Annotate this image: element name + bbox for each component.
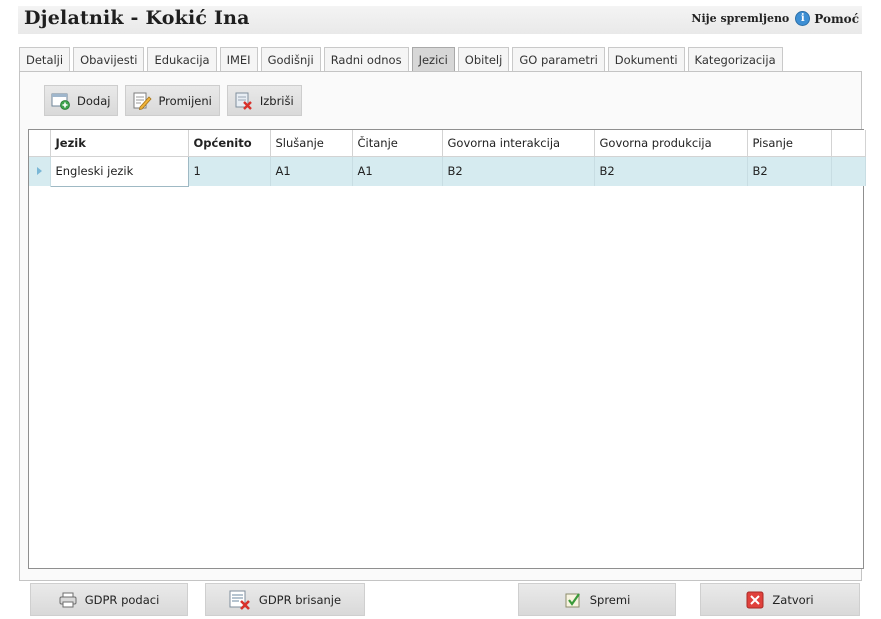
- delete-button-label: Izbriši: [259, 93, 294, 108]
- row-indicator[interactable]: [29, 156, 51, 186]
- close-icon: [746, 591, 764, 608]
- gdpr-data-button[interactable]: GDPR podaci: [30, 583, 188, 616]
- add-button[interactable]: Dodaj: [44, 85, 119, 116]
- languages-grid: Jezik Općenito Slušanje Čitanje Govorna …: [28, 129, 866, 569]
- column-header-opcenito[interactable]: Općenito: [188, 130, 271, 157]
- tab-obitelj[interactable]: Obitelj: [457, 47, 510, 71]
- table-row[interactable]: Engleski jezik 1 A1 A1 B2 B2 B2: [29, 155, 866, 187]
- tab-detalji[interactable]: Detalji: [19, 47, 71, 71]
- tab-bar: Detalji Obavijesti Edukacija IMEI Godišn…: [19, 47, 786, 71]
- cell-filler: [831, 156, 866, 186]
- save-icon: [565, 592, 580, 607]
- tab-jezici[interactable]: Jezici: [411, 47, 455, 71]
- add-button-label: Dodaj: [77, 93, 111, 108]
- tab-radni-odnos[interactable]: Radni odnos: [323, 47, 409, 71]
- column-header-govorna-interakcija[interactable]: Govorna interakcija: [442, 130, 595, 157]
- tab-dokumenti[interactable]: Dokumenti: [607, 47, 685, 71]
- edit-document-icon: [133, 92, 152, 110]
- column-header-pisanje[interactable]: Pisanje: [747, 130, 832, 157]
- tab-imei[interactable]: IMEI: [219, 47, 258, 71]
- edit-button-label: Promijeni: [158, 93, 212, 108]
- gdpr-data-label: GDPR podaci: [84, 592, 160, 607]
- tab-edukacija[interactable]: Edukacija: [147, 47, 217, 71]
- column-header-filler: [831, 130, 866, 157]
- save-label: Spremi: [589, 592, 631, 607]
- tab-obavijesti[interactable]: Obavijesti: [73, 47, 145, 71]
- help-button[interactable]: i Pomoć: [795, 11, 859, 26]
- help-label: Pomoć: [814, 11, 859, 26]
- grid-header-row: Jezik Općenito Slušanje Čitanje Govorna …: [29, 130, 866, 157]
- cell-govorna-interakcija[interactable]: B2: [442, 156, 595, 186]
- gdpr-delete-label: GDPR brisanje: [258, 592, 342, 607]
- tab-kategorizacija[interactable]: Kategorizacija: [687, 47, 783, 71]
- column-header-slusanje[interactable]: Slušanje: [270, 130, 353, 157]
- languages-table: Jezik Općenito Slušanje Čitanje Govorna …: [29, 130, 866, 187]
- page-title: Djelatnik - Kokić Ina: [24, 7, 250, 29]
- cell-pisanje[interactable]: B2: [747, 156, 832, 186]
- delete-button[interactable]: Izbriši: [226, 85, 302, 116]
- edit-button[interactable]: Promijeni: [125, 85, 220, 116]
- row-selected-arrow-icon: [36, 167, 42, 176]
- cell-citanje[interactable]: A1: [352, 156, 443, 186]
- gdpr-delete-button[interactable]: GDPR brisanje: [205, 583, 365, 616]
- delete-list-icon: [229, 590, 250, 610]
- cell-opcenito[interactable]: 1: [188, 156, 271, 186]
- cell-slusanje[interactable]: A1: [270, 156, 353, 186]
- save-button[interactable]: Spremi: [518, 583, 676, 616]
- row-indicator-header: [29, 130, 51, 157]
- cell-govorna-produkcija[interactable]: B2: [594, 156, 748, 186]
- tab-godisnji[interactable]: Godišnji: [260, 47, 321, 71]
- info-icon: i: [795, 11, 811, 26]
- delete-document-icon: [235, 92, 252, 110]
- close-label: Zatvori: [772, 592, 814, 607]
- column-header-jezik[interactable]: Jezik: [50, 130, 189, 157]
- column-header-govorna-produkcija[interactable]: Govorna produkcija: [594, 130, 748, 157]
- header-right: Nije spremljeno i Pomoć: [691, 11, 859, 26]
- save-status-text: Nije spremljeno: [691, 12, 790, 25]
- printer-icon: [59, 592, 77, 607]
- cell-jezik[interactable]: Engleski jezik: [49, 155, 189, 187]
- tab-go-parametri[interactable]: GO parametri: [512, 47, 605, 71]
- grid-toolbar: Dodaj Promijeni Izbriši: [44, 85, 302, 117]
- close-button[interactable]: Zatvori: [700, 583, 860, 616]
- column-header-citanje[interactable]: Čitanje: [352, 130, 443, 157]
- add-document-icon: [51, 93, 70, 110]
